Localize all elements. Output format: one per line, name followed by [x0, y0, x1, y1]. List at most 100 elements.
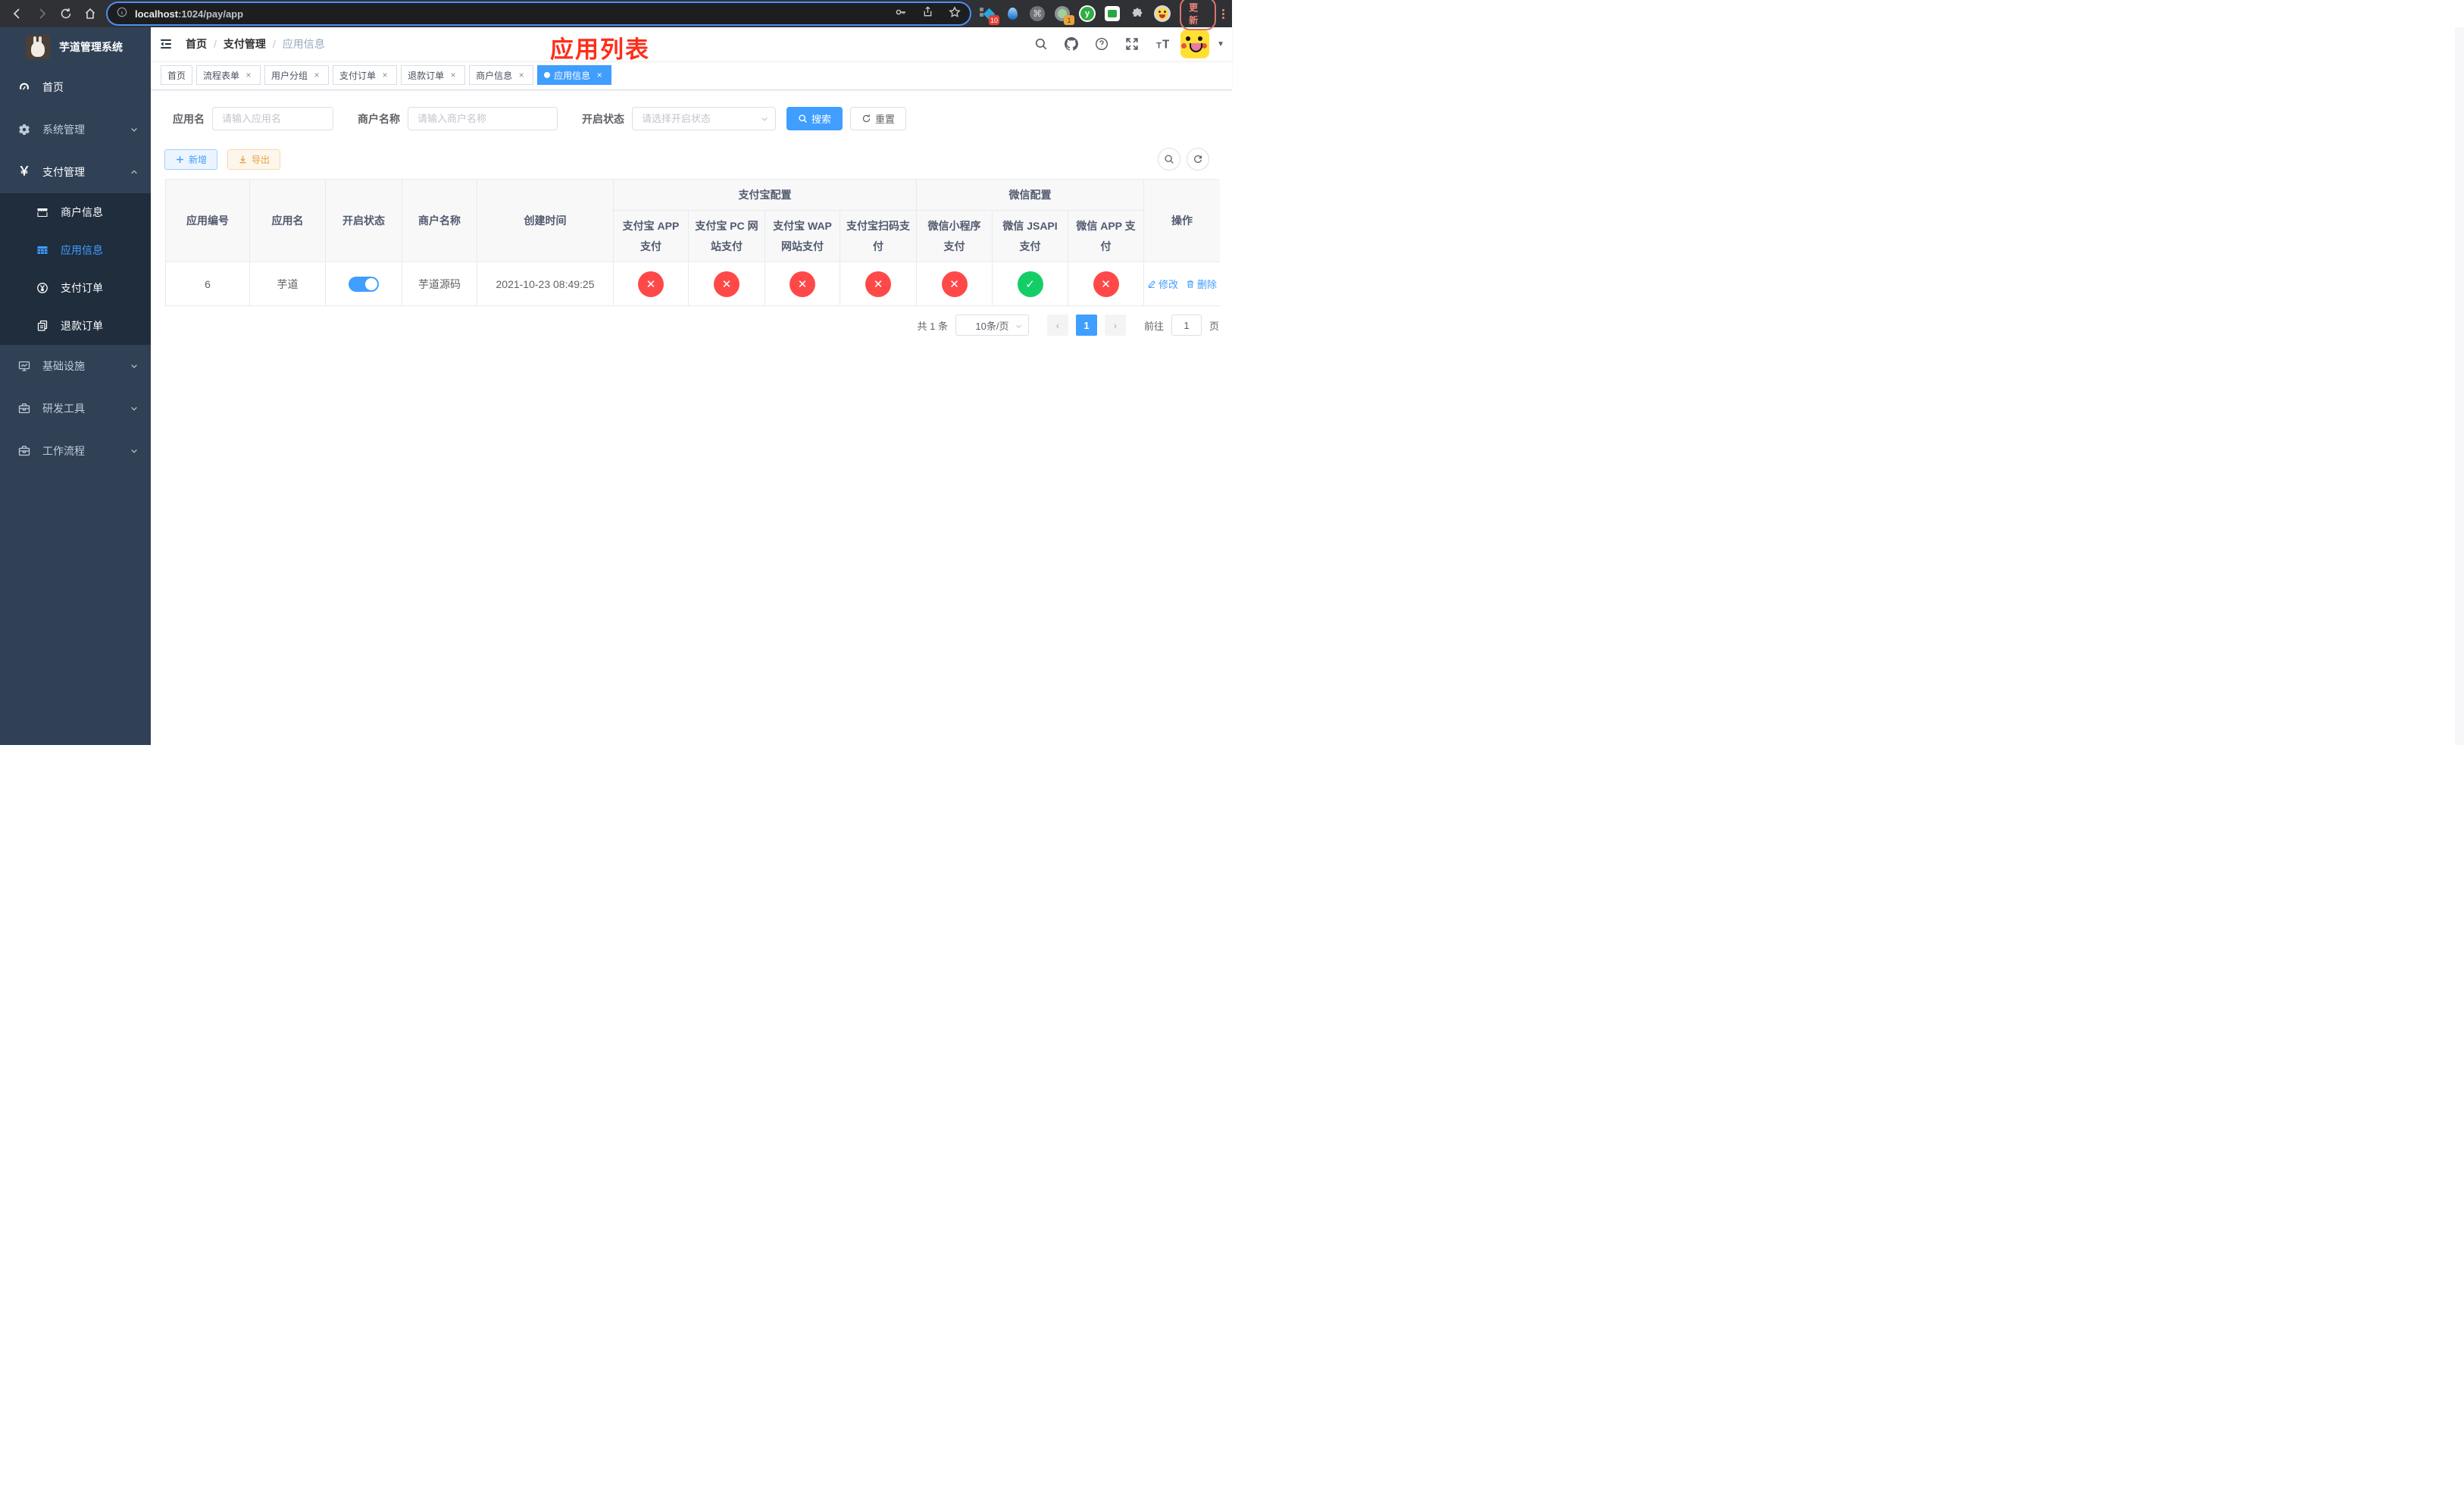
- url-bar[interactable]: localhost:1024/pay/app: [108, 3, 971, 24]
- cell-created: 2021-10-23 08:49:25: [477, 262, 614, 306]
- extension-badge: 10: [989, 15, 1000, 25]
- cell-alipay-app: ✕: [614, 262, 689, 306]
- reset-button[interactable]: 重置: [850, 107, 907, 130]
- sidebar-item-merchant-info[interactable]: 商户信息: [0, 193, 151, 231]
- sidebar-item-refund-order[interactable]: 退款订单: [0, 307, 151, 345]
- next-page-button[interactable]: ›: [1104, 315, 1126, 336]
- home-icon[interactable]: [83, 7, 97, 20]
- tab-process-form[interactable]: 流程表单 ×: [196, 65, 261, 85]
- col-header-alipay-pc: 支付宝 PC 网站支付: [689, 211, 765, 262]
- extensions-puzzle-icon[interactable]: [1129, 5, 1146, 22]
- browser-chrome: localhost:1024/pay/app 10 ⌘ 1 y 更新: [0, 0, 1232, 30]
- site-info-icon[interactable]: [117, 7, 127, 21]
- github-icon[interactable]: [1059, 32, 1083, 56]
- status-cross-icon: ✕: [941, 271, 968, 297]
- url-text[interactable]: localhost:1024/pay/app: [135, 8, 895, 20]
- status-toggle[interactable]: [349, 276, 379, 292]
- show-search-button[interactable]: [1158, 148, 1180, 171]
- gear-icon: [18, 124, 30, 136]
- col-header-wechat-lite: 微信小程序支付: [917, 211, 993, 262]
- merchant-name-input[interactable]: [408, 107, 558, 130]
- tab-refund-order[interactable]: 退款订单 ×: [401, 65, 466, 85]
- col-header-alipay-wap: 支付宝 WAP 网站支付: [765, 211, 840, 262]
- back-icon[interactable]: [11, 7, 24, 20]
- password-key-icon[interactable]: [895, 6, 907, 22]
- sidebar-item-pay-order[interactable]: 支付订单: [0, 269, 151, 307]
- breadcrumb-payment[interactable]: 支付管理: [224, 36, 266, 52]
- cell-alipay-qr: ✕: [840, 262, 917, 306]
- sidebar-item-payment[interactable]: ￥ 支付管理: [0, 151, 151, 193]
- goto-page-input[interactable]: [1171, 315, 1202, 336]
- close-icon[interactable]: ×: [243, 70, 254, 80]
- export-button[interactable]: 导出: [227, 149, 281, 170]
- status-cross-icon: ✕: [1093, 271, 1119, 297]
- close-icon[interactable]: ×: [448, 70, 458, 80]
- search-button[interactable]: 搜索: [786, 107, 843, 130]
- app-name-label: 应用名: [173, 112, 205, 125]
- edit-link[interactable]: 修改: [1147, 277, 1178, 291]
- close-icon[interactable]: ×: [516, 70, 527, 80]
- tab-merchant-info[interactable]: 商户信息 ×: [469, 65, 534, 85]
- cell-operation: 修改 删除: [1144, 262, 1220, 306]
- chevron-down-icon: [130, 446, 139, 455]
- close-icon[interactable]: ×: [380, 70, 390, 80]
- add-button[interactable]: 新增: [164, 149, 218, 170]
- forward-icon[interactable]: [35, 7, 48, 20]
- sidebar-item-infra[interactable]: 基础设施: [0, 345, 151, 387]
- chrome-update-button[interactable]: 更新: [1180, 0, 1216, 30]
- page-size-select[interactable]: 10条/页: [955, 315, 1029, 336]
- sidebar-item-system[interactable]: 系统管理: [0, 108, 151, 151]
- tab-pay-order[interactable]: 支付订单 ×: [333, 65, 398, 85]
- tab-app-info[interactable]: 应用信息 ×: [537, 65, 612, 85]
- toolbox-icon: [18, 402, 30, 415]
- help-icon[interactable]: [1090, 32, 1114, 56]
- col-header-status: 开启状态: [326, 180, 402, 262]
- extension-recorder-icon[interactable]: 1: [1054, 5, 1075, 25]
- top-navbar: 首页 / 支付管理 / 应用信息 TT ▼: [151, 27, 1232, 61]
- app-name-input[interactable]: [212, 107, 333, 130]
- avatar-caret-icon[interactable]: ▼: [1217, 40, 1224, 49]
- col-group-wechat: 微信配置: [917, 180, 1144, 211]
- status-cross-icon: ✕: [790, 271, 815, 297]
- reload-icon[interactable]: [59, 7, 73, 20]
- extension-axure-icon[interactable]: 10: [979, 5, 1000, 25]
- bookmark-star-icon[interactable]: [949, 5, 961, 22]
- chrome-menu-icon[interactable]: [1222, 8, 1224, 19]
- prev-page-button[interactable]: ‹: [1046, 315, 1068, 336]
- breadcrumb-home[interactable]: 首页: [186, 36, 207, 52]
- status-check-icon: ✓: [1017, 271, 1043, 297]
- user-avatar[interactable]: [1180, 30, 1210, 58]
- sidebar-item-app-info[interactable]: 应用信息: [0, 231, 151, 269]
- close-icon[interactable]: ×: [594, 70, 605, 80]
- app-table: 应用编号 应用名 开启状态 商户名称 创建时间 支付宝配置 微信配置 操作 支付…: [165, 179, 1220, 306]
- extension-chat-icon[interactable]: [1104, 5, 1121, 22]
- status-select[interactable]: [632, 107, 776, 130]
- close-icon[interactable]: ×: [311, 70, 322, 80]
- extension-balloon-icon[interactable]: [1004, 5, 1021, 22]
- page-scrollbar[interactable]: [2455, 27, 2464, 745]
- app-title: 芋道管理系统: [59, 40, 123, 53]
- sidebar-item-workflow[interactable]: 工作流程: [0, 430, 151, 472]
- col-header-app-id: 应用编号: [166, 180, 250, 262]
- font-size-icon[interactable]: TT: [1150, 32, 1174, 56]
- share-icon[interactable]: [922, 6, 933, 21]
- tab-home[interactable]: 首页: [161, 65, 193, 85]
- delete-link[interactable]: 删除: [1186, 277, 1217, 291]
- search-icon[interactable]: [1029, 32, 1053, 56]
- extension-command-icon[interactable]: ⌘: [1029, 5, 1046, 22]
- fullscreen-icon[interactable]: [1120, 32, 1144, 56]
- app-logo[interactable]: 芋道管理系统: [0, 27, 151, 66]
- dashboard-icon: [18, 81, 30, 93]
- page-number[interactable]: 1: [1075, 315, 1097, 336]
- extension-emoji-icon[interactable]: [1154, 5, 1171, 22]
- sidebar-item-dev-tools[interactable]: 研发工具: [0, 387, 151, 430]
- cell-status: [326, 262, 402, 306]
- sidebar-item-home[interactable]: 首页: [0, 66, 151, 108]
- cell-app-id: 6: [166, 262, 250, 306]
- logo-avatar: [26, 34, 50, 59]
- extension-y-icon[interactable]: y: [1079, 5, 1096, 22]
- refresh-button[interactable]: [1187, 148, 1209, 171]
- cell-wechat-app: ✕: [1068, 262, 1144, 306]
- sidebar-collapse-icon[interactable]: [151, 27, 181, 61]
- tab-user-group[interactable]: 用户分组 ×: [264, 65, 330, 85]
